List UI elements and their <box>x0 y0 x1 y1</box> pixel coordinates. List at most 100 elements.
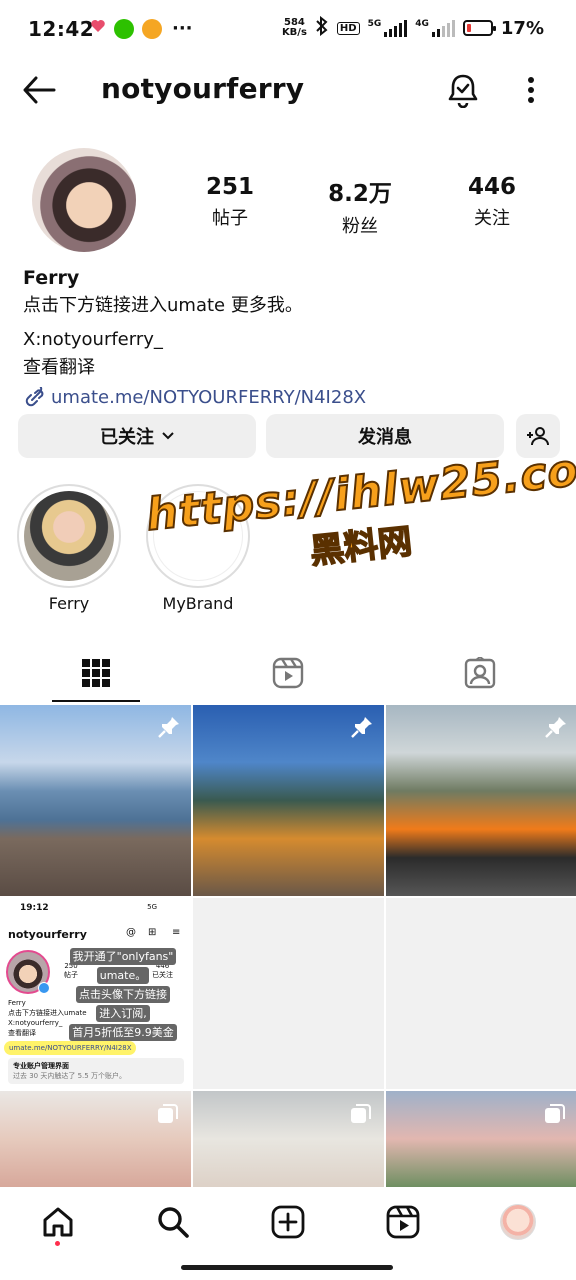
bluetooth-icon <box>315 15 329 40</box>
notification-icons: ··· <box>90 18 193 39</box>
highlight-ferry[interactable]: Ferry <box>17 484 121 613</box>
following-stat[interactable]: 446 关注 <box>437 174 547 230</box>
nav-search[interactable] <box>155 1204 191 1240</box>
post-thumbnail[interactable] <box>386 705 576 896</box>
signal-4g-icon: 4G <box>415 19 455 37</box>
following-label: 关注 <box>474 208 510 229</box>
reels-icon <box>272 657 304 689</box>
post-thumbnail[interactable] <box>193 1091 384 1187</box>
display-name: Ferry <box>23 267 80 289</box>
post-thumbnail-empty[interactable] <box>193 898 384 1089</box>
tab-reels[interactable] <box>192 642 384 704</box>
sim2-label: 4G <box>415 19 429 29</box>
mini-add-icon: ⊞ <box>148 927 157 938</box>
home-icon <box>43 1207 73 1237</box>
posts-label: 帖子 <box>212 208 248 229</box>
profile-bio: Ferry 点击下方链接进入umate 更多我。 X:notyourferry_… <box>23 264 553 412</box>
mini-pro-dashboard: 专业账户管理界面 过去 30 天内触达了 5.5 万个账户。 <box>8 1058 184 1084</box>
highlight-label: MyBrand <box>162 594 234 613</box>
sim1-label: 5G <box>367 19 382 29</box>
more-notifications-icon: ··· <box>172 18 193 39</box>
mini-menu-icon: ≡ <box>172 927 181 938</box>
mini-time: 19:12 <box>20 903 49 913</box>
caption-line: umate。 <box>96 967 150 984</box>
net-speed: 584 KB/s <box>282 18 307 38</box>
notifications-button[interactable] <box>445 72 481 109</box>
tagged-person-icon <box>464 657 496 689</box>
carousel-icon <box>158 1104 178 1123</box>
message-button[interactable]: 发消息 <box>266 414 504 458</box>
caption-line: 点击头像下方链接 <box>76 986 170 1003</box>
tab-tagged[interactable] <box>384 642 576 704</box>
following-count: 446 <box>467 174 516 200</box>
bio-link-text: umate.me/NOTYOURFERRY/N4I28X <box>51 387 367 408</box>
highlight-ring <box>17 484 121 588</box>
carousel-icon <box>545 1104 565 1123</box>
mini-signal: 5G <box>147 903 157 911</box>
following-button-label: 已关注 <box>100 427 154 448</box>
profile-header: notyourferry <box>0 60 576 120</box>
followers-label: 粉丝 <box>342 216 378 237</box>
embedded-screenshot: 19:12 5G notyourferry @ ⊞ ≡ 250 帖子 446 已… <box>0 898 191 1089</box>
nav-reels[interactable] <box>385 1204 421 1240</box>
posts-stat[interactable]: 251 帖子 <box>175 174 285 230</box>
bio-text-line2: X:notyourferry_ <box>23 329 163 350</box>
post-thumbnail[interactable] <box>386 1091 576 1187</box>
post-thumbnail[interactable] <box>0 705 191 896</box>
profile-avatar[interactable] <box>32 148 136 252</box>
mini-pro-title: 专业账户管理界面 <box>13 1062 69 1070</box>
bio-text-line1: 点击下方链接进入umate 更多我。 <box>23 295 303 316</box>
more-options-button[interactable] <box>520 74 542 106</box>
profile-actions: 已关注 发消息 <box>18 414 560 458</box>
watermark-overlay: https://ihlw25.com 黑料网 <box>143 439 576 589</box>
battery-percent: 17% <box>500 17 544 39</box>
reels-icon <box>386 1205 420 1239</box>
hd-badge: HD <box>336 21 360 35</box>
tab-posts-grid[interactable] <box>0 642 192 704</box>
back-button[interactable] <box>22 74 56 106</box>
mini-add-story-icon <box>38 982 50 994</box>
mini-threads-icon: @ <box>126 927 136 938</box>
post-thumbnail[interactable] <box>193 705 384 896</box>
profile-username: notyourferry <box>101 72 305 105</box>
following-button[interactable]: 已关注 <box>18 414 256 458</box>
net-speed-unit: KB/s <box>281 27 307 38</box>
heart-app-icon <box>90 18 106 39</box>
search-icon <box>158 1207 189 1238</box>
nav-profile[interactable] <box>500 1204 536 1240</box>
back-arrow-icon <box>23 76 56 104</box>
mini-username: notyourferry <box>8 928 87 941</box>
post-thumbnail-screenshot[interactable]: 19:12 5G notyourferry @ ⊞ ≡ 250 帖子 446 已… <box>0 898 191 1089</box>
pinned-icon <box>545 717 566 738</box>
status-bar: 12:42 ··· 584 KB/s HD 5G 4G 17% <box>0 0 576 60</box>
translate-link[interactable]: 查看翻译 <box>23 354 553 382</box>
profile-tabs <box>0 642 576 704</box>
bio-link[interactable]: umate.me/NOTYOURFERRY/N4I28X <box>23 384 553 412</box>
mini-pro-subtitle: 过去 30 天内触达了 5.5 万个账户。 <box>13 1072 126 1080</box>
battery-fill <box>466 24 471 32</box>
signal-5g-icon: 5G <box>368 19 408 37</box>
chevron-down-icon <box>162 432 174 440</box>
caption-line: 首月5折低至9.9美金 <box>69 1024 177 1041</box>
posts-count: 251 <box>205 174 254 200</box>
weibo-app-icon <box>142 18 162 39</box>
carousel-icon <box>351 1104 371 1123</box>
pinned-icon <box>351 717 372 738</box>
overlay-caption: 我开通了"onlyfans" umate。 点击头像下方链接 进入订阅, 首月5… <box>64 948 182 1043</box>
highlight-label: Ferry <box>48 594 90 613</box>
link-icon <box>25 387 44 407</box>
bell-check-icon <box>448 74 478 109</box>
home-indicator[interactable] <box>181 1265 393 1270</box>
mini-link: umate.me/NOTYOURFERRY/N4I28X <box>4 1041 136 1055</box>
wechat-app-icon <box>114 18 134 39</box>
profile-avatar-icon <box>500 1204 536 1240</box>
nav-home[interactable] <box>40 1204 76 1240</box>
followers-stat[interactable]: 8.2万 粉丝 <box>305 174 415 238</box>
mini-link-text: umate.me/NOTYOURFERRY/N4I28X <box>9 1044 132 1052</box>
nav-create[interactable] <box>270 1204 306 1240</box>
caption-line: 我开通了"onlyfans" <box>69 948 177 965</box>
post-thumbnail[interactable] <box>0 1091 191 1187</box>
status-time: 12:42 <box>28 17 95 41</box>
create-post-icon <box>271 1205 305 1239</box>
post-thumbnail-empty[interactable] <box>386 898 576 1089</box>
